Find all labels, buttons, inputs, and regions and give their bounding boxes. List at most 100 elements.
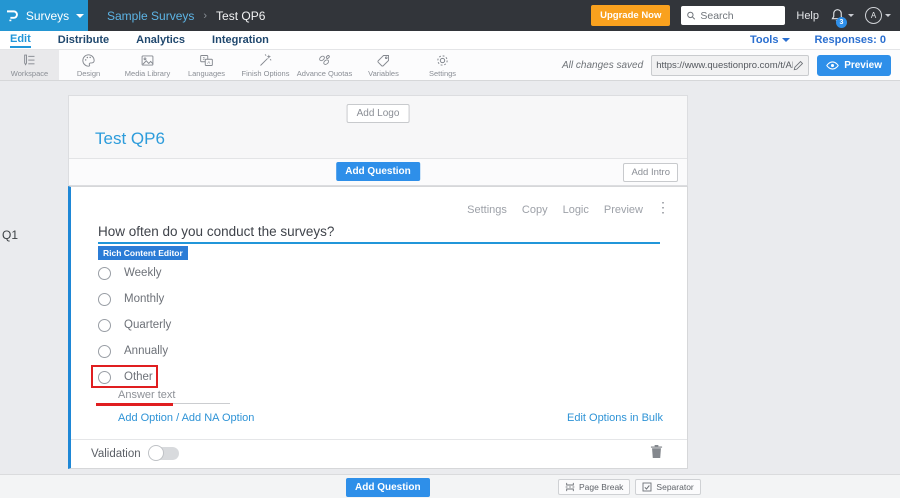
radio-button[interactable] — [98, 266, 111, 280]
account-menu[interactable]: A — [865, 7, 891, 24]
variables-icon — [377, 54, 389, 67]
tab-integration[interactable]: Integration — [212, 34, 269, 47]
search-icon — [687, 11, 696, 20]
notifications-button[interactable]: 3 — [830, 8, 854, 28]
toolbar-item-design[interactable]: Design — [59, 50, 118, 80]
checkbox-icon — [642, 482, 652, 492]
chevron-down-icon — [782, 38, 791, 42]
preview-button[interactable]: Preview — [817, 54, 891, 76]
page-break-label: Page Break — [579, 482, 624, 492]
option-label[interactable]: Other — [124, 371, 153, 383]
tab-analytics[interactable]: Analytics — [136, 34, 185, 47]
toolbar-item-settings[interactable]: Settings — [413, 50, 472, 80]
breadcrumb-parent[interactable]: Sample Surveys — [107, 9, 194, 23]
canvas-footer: Add Question Page Break Separator — [0, 474, 900, 498]
product-menu-label: Surveys — [25, 8, 70, 23]
page-break-button[interactable]: Page Break — [558, 479, 631, 495]
rich-content-editor-badge: Rich Content Editor — [98, 246, 188, 260]
pencil-icon[interactable] — [793, 60, 804, 71]
option-row: Quarterly — [98, 312, 171, 338]
divider — [71, 439, 687, 440]
toolbar-item-variables[interactable]: Variables — [354, 50, 413, 80]
separator-label: Separator — [656, 482, 694, 492]
survey-url-input[interactable] — [656, 59, 794, 71]
tab-edit[interactable]: Edit — [10, 33, 31, 48]
add-logo-button[interactable]: Add Logo — [346, 104, 410, 123]
search-input[interactable] — [700, 9, 781, 22]
save-status: All changes saved — [562, 59, 644, 71]
survey-header-card: Add Logo Test QP6 Add Question Add Intro — [68, 95, 688, 186]
question-settings-link[interactable]: Settings — [467, 204, 507, 216]
survey-url-field — [651, 54, 810, 76]
survey-canvas: Add Logo Test QP6 Add Question Add Intro… — [68, 95, 688, 469]
radio-button[interactable] — [98, 344, 111, 358]
option-label[interactable]: Monthly — [124, 293, 164, 305]
edit-options-in-bulk-link[interactable]: Edit Options in Bulk — [567, 412, 663, 424]
surveys-product-menu[interactable]: Surveys — [0, 0, 88, 31]
option-row: Annually — [98, 338, 171, 364]
option-row: Weekly — [98, 260, 171, 286]
radio-button[interactable] — [98, 370, 111, 384]
svg-text:Σ: Σ — [203, 56, 206, 61]
survey-title[interactable]: Test QP6 — [95, 129, 165, 149]
upgrade-now-button[interactable]: Upgrade Now — [591, 5, 671, 26]
add-option-link[interactable]: Add Option / Add NA Option — [118, 412, 254, 424]
question-logic-link[interactable]: Logic — [563, 204, 589, 216]
question-id-label: Q1 — [2, 228, 19, 242]
toolbar-item-finish-options[interactable]: Finish Options — [236, 50, 295, 80]
header-actions-row: Add Question Add Intro — [69, 159, 687, 185]
top-bar: Surveys Sample Surveys › Test QP6 Upgrad… — [0, 0, 900, 31]
finish-options-icon — [260, 53, 272, 66]
radio-button[interactable] — [98, 318, 111, 332]
separator-button[interactable]: Separator — [635, 479, 701, 495]
question-text[interactable]: How often do you conduct the surveys? — [98, 224, 334, 239]
nav-right-group: Tools Responses: 0 — [750, 34, 890, 46]
delete-question-button[interactable] — [650, 444, 663, 462]
languages-icon: Σ A — [200, 54, 213, 66]
help-link[interactable]: Help — [796, 10, 819, 22]
section-nav: Edit Distribute Analytics Integration To… — [0, 31, 900, 50]
toolbar-item-media-library[interactable]: Media Library — [118, 50, 177, 80]
chevron-down-icon — [885, 14, 891, 17]
question-copy-link[interactable]: Copy — [522, 204, 548, 216]
advance-quotas-icon — [319, 54, 330, 65]
toolbar-item-languages[interactable]: Σ A Languages — [177, 50, 236, 80]
notification-count-badge: 3 — [836, 17, 847, 28]
footer-right-group: Page Break Separator — [558, 479, 701, 495]
breadcrumb: Sample Surveys › Test QP6 — [107, 9, 265, 23]
question-preview-link[interactable]: Preview — [604, 204, 643, 216]
option-label[interactable]: Weekly — [124, 267, 162, 279]
chevron-down-icon — [848, 14, 854, 17]
workspace-icon — [24, 54, 35, 66]
avatar: A — [865, 7, 882, 24]
questionpro-logo — [6, 10, 18, 22]
responses-count[interactable]: Responses: 0 — [814, 34, 886, 46]
app-window: Surveys Sample Surveys › Test QP6 Upgrad… — [0, 0, 900, 498]
option-row: Monthly — [98, 286, 171, 312]
question-menu: Settings Copy Logic Preview — [467, 204, 643, 216]
toolbar-item-workspace[interactable]: Workspace — [0, 50, 59, 80]
add-question-button-bottom[interactable]: Add Question — [346, 478, 430, 497]
topbar-right-group: Upgrade Now Help 3 A — [591, 5, 900, 28]
question-text-focus-underline — [98, 242, 660, 244]
vertical-ellipsis-icon[interactable]: ⋮ — [656, 200, 670, 214]
answer-options-list: Weekly Monthly Quarterly Annually Other — [98, 260, 171, 390]
option-label[interactable]: Quarterly — [124, 319, 171, 331]
add-question-button-top[interactable]: Add Question — [336, 162, 420, 181]
settings-icon — [437, 54, 448, 66]
tools-menu[interactable]: Tools — [750, 34, 791, 46]
validation-label: Validation — [91, 447, 141, 460]
toolbar-item-advance-quotas[interactable]: Advance Quotas — [295, 50, 354, 80]
tools-label: Tools — [749, 34, 779, 46]
validation-toggle[interactable] — [147, 445, 179, 461]
eye-icon — [826, 60, 839, 70]
option-label[interactable]: Annually — [124, 345, 168, 357]
tab-distribute[interactable]: Distribute — [58, 34, 109, 47]
validation-row: Validation — [91, 445, 179, 461]
radio-button[interactable] — [98, 292, 111, 306]
other-answer-text-input[interactable] — [118, 387, 230, 404]
toggle-knob — [147, 445, 164, 461]
add-intro-button[interactable]: Add Intro — [623, 163, 678, 182]
breadcrumb-current: Test QP6 — [216, 8, 266, 23]
toolbar-right-group: All changes saved Preview — [562, 50, 900, 80]
